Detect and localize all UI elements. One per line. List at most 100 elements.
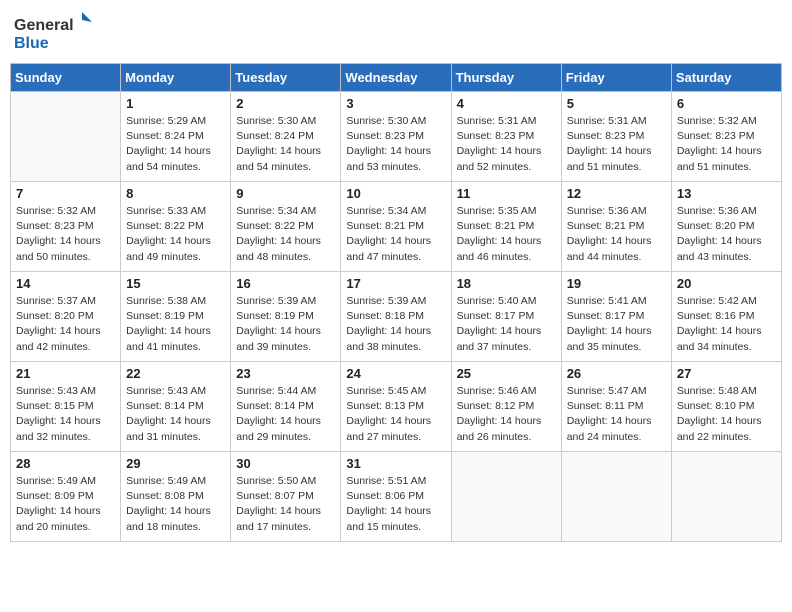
day-info: Sunrise: 5:43 AMSunset: 8:15 PMDaylight:… bbox=[16, 384, 115, 445]
day-info: Sunrise: 5:49 AMSunset: 8:09 PMDaylight:… bbox=[16, 474, 115, 535]
day-number: 14 bbox=[16, 276, 115, 291]
calendar-cell: 16 Sunrise: 5:39 AMSunset: 8:19 PMDayligh… bbox=[231, 272, 341, 362]
calendar-cell: 3 Sunrise: 5:30 AMSunset: 8:23 PMDaylight… bbox=[341, 92, 451, 182]
calendar-week-2: 7 Sunrise: 5:32 AMSunset: 8:23 PMDaylight… bbox=[11, 182, 782, 272]
header: GeneralBlue bbox=[10, 10, 782, 55]
day-number: 25 bbox=[457, 366, 556, 381]
day-info: Sunrise: 5:40 AMSunset: 8:17 PMDaylight:… bbox=[457, 294, 556, 355]
calendar-cell: 1 Sunrise: 5:29 AMSunset: 8:24 PMDaylight… bbox=[121, 92, 231, 182]
calendar-cell: 30 Sunrise: 5:50 AMSunset: 8:07 PMDayligh… bbox=[231, 452, 341, 542]
calendar-header-tuesday: Tuesday bbox=[231, 64, 341, 92]
day-number: 5 bbox=[567, 96, 666, 111]
calendar-cell: 27Sunrise: 5:48 AMSunset: 8:10 PMDayligh… bbox=[671, 362, 781, 452]
calendar-header-wednesday: Wednesday bbox=[341, 64, 451, 92]
day-info: Sunrise: 5:36 AMSunset: 8:21 PMDaylight:… bbox=[567, 204, 666, 265]
day-info: Sunrise: 5:39 AMSunset: 8:19 PMDaylight:… bbox=[236, 294, 335, 355]
calendar-cell: 18 Sunrise: 5:40 AMSunset: 8:17 PMDayligh… bbox=[451, 272, 561, 362]
calendar-header-row: SundayMondayTuesdayWednesdayThursdayFrid… bbox=[11, 64, 782, 92]
day-info: Sunrise: 5:37 AMSunset: 8:20 PMDaylight:… bbox=[16, 294, 115, 355]
day-info: Sunrise: 5:36 AMSunset: 8:20 PMDaylight:… bbox=[677, 204, 776, 265]
calendar-cell: 26Sunrise: 5:47 AMSunset: 8:11 PMDayligh… bbox=[561, 362, 671, 452]
day-info: Sunrise: 5:50 AMSunset: 8:07 PMDaylight:… bbox=[236, 474, 335, 535]
calendar-header-friday: Friday bbox=[561, 64, 671, 92]
day-number: 19 bbox=[567, 276, 666, 291]
calendar-body: 1 Sunrise: 5:29 AMSunset: 8:24 PMDaylight… bbox=[11, 92, 782, 542]
day-number: 24 bbox=[346, 366, 445, 381]
day-info: Sunrise: 5:34 AMSunset: 8:21 PMDaylight:… bbox=[346, 204, 445, 265]
day-info: Sunrise: 5:39 AMSunset: 8:18 PMDaylight:… bbox=[346, 294, 445, 355]
day-number: 22 bbox=[126, 366, 225, 381]
calendar-cell: 19 Sunrise: 5:41 AMSunset: 8:17 PMDayligh… bbox=[561, 272, 671, 362]
calendar-cell bbox=[11, 92, 121, 182]
day-number: 13 bbox=[677, 186, 776, 201]
day-number: 3 bbox=[346, 96, 445, 111]
day-number: 29 bbox=[126, 456, 225, 471]
day-info: Sunrise: 5:32 AMSunset: 8:23 PMDaylight:… bbox=[677, 114, 776, 175]
day-number: 7 bbox=[16, 186, 115, 201]
day-info: Sunrise: 5:30 AMSunset: 8:23 PMDaylight:… bbox=[346, 114, 445, 175]
day-info: Sunrise: 5:48 AMSunset: 8:10 PMDaylight:… bbox=[677, 384, 776, 445]
day-number: 18 bbox=[457, 276, 556, 291]
calendar-cell: 24 Sunrise: 5:45 AMSunset: 8:13 PMDayligh… bbox=[341, 362, 451, 452]
day-info: Sunrise: 5:31 AMSunset: 8:23 PMDaylight:… bbox=[567, 114, 666, 175]
day-number: 12 bbox=[567, 186, 666, 201]
day-info: Sunrise: 5:43 AMSunset: 8:14 PMDaylight:… bbox=[126, 384, 225, 445]
calendar-week-3: 14 Sunrise: 5:37 AMSunset: 8:20 PMDayligh… bbox=[11, 272, 782, 362]
calendar-cell: 4 Sunrise: 5:31 AMSunset: 8:23 PMDaylight… bbox=[451, 92, 561, 182]
calendar-cell: 13 Sunrise: 5:36 AMSunset: 8:20 PMDayligh… bbox=[671, 182, 781, 272]
day-number: 16 bbox=[236, 276, 335, 291]
day-number: 8 bbox=[126, 186, 225, 201]
calendar-cell: 9Sunrise: 5:34 AMSunset: 8:22 PMDaylight… bbox=[231, 182, 341, 272]
logo-svg: GeneralBlue bbox=[14, 10, 94, 55]
calendar-cell: 7 Sunrise: 5:32 AMSunset: 8:23 PMDaylight… bbox=[11, 182, 121, 272]
day-info: Sunrise: 5:31 AMSunset: 8:23 PMDaylight:… bbox=[457, 114, 556, 175]
day-number: 28 bbox=[16, 456, 115, 471]
calendar-cell: 5 Sunrise: 5:31 AMSunset: 8:23 PMDaylight… bbox=[561, 92, 671, 182]
day-number: 23 bbox=[236, 366, 335, 381]
calendar-cell: 17 Sunrise: 5:39 AMSunset: 8:18 PMDayligh… bbox=[341, 272, 451, 362]
day-number: 31 bbox=[346, 456, 445, 471]
day-number: 4 bbox=[457, 96, 556, 111]
day-number: 1 bbox=[126, 96, 225, 111]
calendar-cell: 31 Sunrise: 5:51 AMSunset: 8:06 PMDayligh… bbox=[341, 452, 451, 542]
day-number: 15 bbox=[126, 276, 225, 291]
day-info: Sunrise: 5:32 AMSunset: 8:23 PMDaylight:… bbox=[16, 204, 115, 265]
calendar-cell: 25 Sunrise: 5:46 AMSunset: 8:12 PMDayligh… bbox=[451, 362, 561, 452]
day-info: Sunrise: 5:51 AMSunset: 8:06 PMDaylight:… bbox=[346, 474, 445, 535]
day-info: Sunrise: 5:46 AMSunset: 8:12 PMDaylight:… bbox=[457, 384, 556, 445]
calendar-cell: 8 Sunrise: 5:33 AMSunset: 8:22 PMDaylight… bbox=[121, 182, 231, 272]
calendar-header-thursday: Thursday bbox=[451, 64, 561, 92]
day-number: 21 bbox=[16, 366, 115, 381]
calendar-cell: 15 Sunrise: 5:38 AMSunset: 8:19 PMDayligh… bbox=[121, 272, 231, 362]
day-number: 20 bbox=[677, 276, 776, 291]
day-number: 10 bbox=[346, 186, 445, 201]
day-info: Sunrise: 5:38 AMSunset: 8:19 PMDaylight:… bbox=[126, 294, 225, 355]
calendar-cell bbox=[671, 452, 781, 542]
day-info: Sunrise: 5:33 AMSunset: 8:22 PMDaylight:… bbox=[126, 204, 225, 265]
calendar-cell: 12 Sunrise: 5:36 AMSunset: 8:21 PMDayligh… bbox=[561, 182, 671, 272]
calendar-header-saturday: Saturday bbox=[671, 64, 781, 92]
calendar-week-5: 28 Sunrise: 5:49 AMSunset: 8:09 PMDayligh… bbox=[11, 452, 782, 542]
calendar-week-1: 1 Sunrise: 5:29 AMSunset: 8:24 PMDaylight… bbox=[11, 92, 782, 182]
day-info: Sunrise: 5:41 AMSunset: 8:17 PMDaylight:… bbox=[567, 294, 666, 355]
day-number: 30 bbox=[236, 456, 335, 471]
calendar-header-monday: Monday bbox=[121, 64, 231, 92]
day-info: Sunrise: 5:49 AMSunset: 8:08 PMDaylight:… bbox=[126, 474, 225, 535]
day-number: 2 bbox=[236, 96, 335, 111]
day-info: Sunrise: 5:29 AMSunset: 8:24 PMDaylight:… bbox=[126, 114, 225, 175]
day-number: 11 bbox=[457, 186, 556, 201]
calendar-cell: 20Sunrise: 5:42 AMSunset: 8:16 PMDayligh… bbox=[671, 272, 781, 362]
calendar-cell: 6 Sunrise: 5:32 AMSunset: 8:23 PMDaylight… bbox=[671, 92, 781, 182]
calendar-cell: 2 Sunrise: 5:30 AMSunset: 8:24 PMDaylight… bbox=[231, 92, 341, 182]
calendar-cell: 21 Sunrise: 5:43 AMSunset: 8:15 PMDayligh… bbox=[11, 362, 121, 452]
day-number: 17 bbox=[346, 276, 445, 291]
day-info: Sunrise: 5:30 AMSunset: 8:24 PMDaylight:… bbox=[236, 114, 335, 175]
calendar-cell bbox=[451, 452, 561, 542]
logo: GeneralBlue bbox=[14, 10, 94, 55]
day-info: Sunrise: 5:45 AMSunset: 8:13 PMDaylight:… bbox=[346, 384, 445, 445]
day-number: 6 bbox=[677, 96, 776, 111]
day-info: Sunrise: 5:34 AMSunset: 8:22 PMDaylight:… bbox=[236, 204, 335, 265]
calendar-cell: 14 Sunrise: 5:37 AMSunset: 8:20 PMDayligh… bbox=[11, 272, 121, 362]
calendar-cell: 23Sunrise: 5:44 AMSunset: 8:14 PMDayligh… bbox=[231, 362, 341, 452]
svg-text:General: General bbox=[14, 17, 74, 34]
